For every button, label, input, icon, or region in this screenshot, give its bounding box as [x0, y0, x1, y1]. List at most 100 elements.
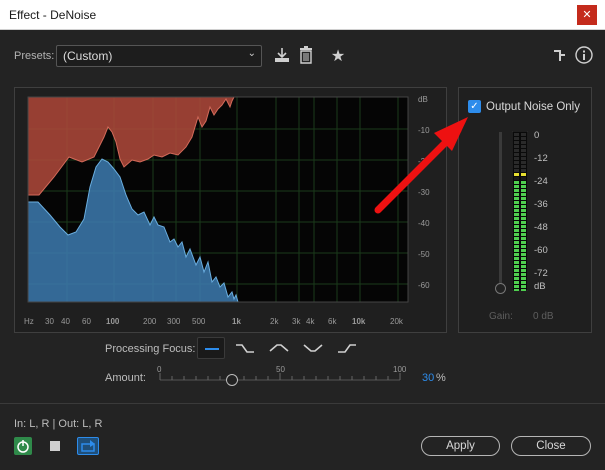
meter-segment	[514, 269, 519, 272]
meter-segment	[514, 253, 519, 256]
meter-segment	[514, 289, 519, 291]
apply-button[interactable]: Apply	[421, 436, 500, 456]
meter-segment	[514, 241, 519, 244]
meter-segment	[521, 273, 526, 276]
meter-segment	[514, 261, 519, 264]
close-window-button[interactable]: ✕	[577, 5, 597, 25]
meter-tick-label: -12	[534, 153, 548, 164]
meter-segment	[521, 257, 526, 260]
meter-segment	[514, 205, 519, 208]
meter-segment	[514, 141, 519, 144]
y-tick-label: -40	[418, 219, 430, 228]
meter-segment	[521, 237, 526, 240]
meter-segment	[521, 213, 526, 216]
x-tick-label: 40	[61, 317, 70, 326]
presets-dropdown[interactable]: (Custom) ⌄	[56, 45, 262, 67]
meter-segment	[521, 277, 526, 280]
meter-segment	[521, 289, 526, 291]
meter-segment	[521, 205, 526, 208]
io-channels-label: In: L, R | Out: L, R	[14, 418, 103, 430]
meter-segment	[521, 157, 526, 160]
meter-segment	[521, 137, 526, 140]
meter-tick-label: -60	[534, 245, 548, 256]
routing-icon[interactable]	[553, 49, 567, 63]
meter-segment	[514, 193, 519, 196]
delete-preset-icon[interactable]	[297, 46, 315, 66]
meter-segment	[521, 197, 526, 200]
amount-label: Amount:	[105, 372, 146, 384]
title-bar: Effect - DeNoise ✕	[0, 0, 605, 30]
amount-value[interactable]: 30	[422, 372, 434, 384]
meter-segment	[521, 161, 526, 164]
meter-segment	[521, 265, 526, 268]
meter-tick-label: dB	[534, 281, 546, 292]
footer-divider	[0, 403, 605, 404]
meter-segment	[521, 193, 526, 196]
focus-mid-cut-button[interactable]	[299, 337, 327, 359]
meter-segment	[521, 169, 526, 172]
meter-segment	[521, 217, 526, 220]
x-tick-label: 3k	[292, 317, 301, 326]
output-noise-only-label[interactable]: Output Noise Only	[486, 101, 580, 113]
meter-segment	[514, 237, 519, 240]
meter-segment	[521, 185, 526, 188]
meter-segment	[514, 201, 519, 204]
gain-slider-handle[interactable]	[495, 283, 506, 294]
meter-segment	[521, 229, 526, 232]
meter-segment	[521, 245, 526, 248]
meter-segment	[514, 181, 519, 184]
meter-segment	[514, 177, 519, 180]
gain-value: 0 dB	[533, 311, 554, 322]
y-tick-label: dB	[418, 95, 428, 104]
meter-tick-label: -36	[534, 199, 548, 210]
meter-segment	[514, 137, 519, 140]
meter-segment	[521, 173, 526, 176]
meter-segment	[514, 277, 519, 280]
chevron-down-icon: ⌄	[247, 48, 256, 59]
meter-segment	[521, 149, 526, 152]
amount-slider-ticks	[159, 373, 401, 381]
x-tick-label: 1k	[232, 317, 241, 326]
amount-unit: %	[436, 372, 446, 384]
focus-low-frequencies-button[interactable]	[231, 337, 259, 359]
meter-tick-label: -48	[534, 222, 548, 233]
meter-segment	[514, 245, 519, 248]
meter-segment	[521, 253, 526, 256]
meter-segment	[521, 145, 526, 148]
x-tick-label: 200	[143, 317, 157, 326]
info-icon[interactable]	[575, 46, 593, 64]
meter-segment	[514, 213, 519, 216]
x-tick-label: Hz	[24, 317, 34, 326]
stop-preview-button[interactable]	[50, 441, 60, 451]
meter-segment	[514, 149, 519, 152]
x-tick-label: 30	[45, 317, 54, 326]
meter-segment	[514, 133, 519, 136]
x-tick-label: 500	[192, 317, 206, 326]
gain-slider-track[interactable]	[499, 132, 502, 286]
meter-segment	[521, 177, 526, 180]
meter-segment	[514, 157, 519, 160]
y-tick-label: -60	[418, 281, 430, 290]
meter-tick-label: 0	[534, 130, 540, 141]
meter-segment	[514, 273, 519, 276]
window-title: Effect - DeNoise	[9, 8, 97, 22]
meter-segment	[521, 285, 526, 288]
meter-segment	[514, 257, 519, 260]
meter-tick-label: -24	[534, 176, 548, 187]
loop-playback-button[interactable]	[77, 437, 99, 455]
power-toggle-button[interactable]	[14, 437, 32, 455]
meter-segment	[521, 221, 526, 224]
meter-segment	[521, 233, 526, 236]
meter-tick-label: -72	[534, 268, 548, 279]
close-button[interactable]: Close	[511, 436, 591, 456]
focus-high-frequencies-button[interactable]	[333, 337, 361, 359]
amount-slider-handle[interactable]	[226, 374, 238, 386]
x-tick-label: 6k	[328, 317, 337, 326]
meter-segment	[514, 169, 519, 172]
favorite-star-icon[interactable]: ★	[328, 46, 348, 66]
meter-segment	[514, 221, 519, 224]
focus-mid-frequencies-button[interactable]	[265, 337, 293, 359]
save-preset-icon[interactable]	[272, 46, 292, 66]
focus-all-frequencies-button[interactable]	[197, 337, 225, 359]
x-tick-label: 2k	[270, 317, 279, 326]
